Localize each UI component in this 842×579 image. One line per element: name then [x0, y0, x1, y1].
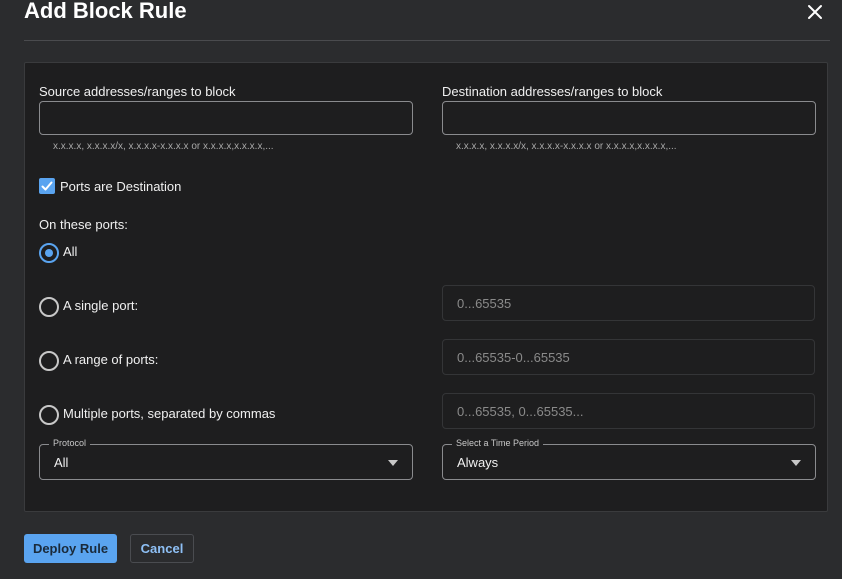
time-period-value: Always	[457, 455, 499, 470]
protocol-legend: Protocol	[49, 438, 91, 448]
radio-all-ports[interactable]	[39, 243, 59, 263]
source-label: Source addresses/ranges to block	[39, 84, 236, 99]
multiple-ports-input[interactable]	[442, 393, 815, 429]
destination-hint: x.x.x.x, x.x.x.x/x, x.x.x.x-x.x.x.x or x…	[456, 141, 677, 152]
close-button[interactable]	[804, 1, 826, 23]
radio-all-ports-label: All	[63, 244, 78, 259]
ports-heading: On these ports:	[39, 217, 128, 232]
radio-port-range-label: A range of ports:	[63, 352, 159, 367]
time-period-legend: Select a Time Period	[452, 438, 544, 448]
ports-destination-label: Ports are Destination	[60, 179, 182, 194]
radio-single-port-label: A single port:	[63, 298, 139, 313]
port-range-input[interactable]	[442, 339, 815, 375]
ports-destination-checkbox[interactable]	[39, 178, 55, 194]
source-hint: x.x.x.x, x.x.x.x/x, x.x.x.x-x.x.x.x or x…	[53, 141, 274, 152]
chevron-down-icon	[388, 460, 398, 466]
source-addresses-input[interactable]	[39, 101, 413, 135]
single-port-input[interactable]	[442, 285, 815, 321]
radio-multiple-ports-label: Multiple ports, separated by commas	[63, 406, 276, 421]
rule-form-panel: Source addresses/ranges to block x.x.x.x…	[24, 62, 828, 512]
dialog-title: Add Block Rule	[24, 0, 187, 23]
protocol-value: All	[54, 455, 69, 470]
radio-port-range[interactable]	[39, 351, 59, 371]
cancel-button[interactable]: Cancel	[130, 534, 194, 563]
time-period-select[interactable]: Select a Time Period Always	[442, 438, 816, 480]
destination-label: Destination addresses/ranges to block	[442, 84, 663, 99]
checkmark-icon	[41, 181, 53, 191]
protocol-select[interactable]: Protocol All	[39, 438, 413, 480]
radio-multiple-ports[interactable]	[39, 405, 59, 425]
close-icon[interactable]	[804, 1, 826, 23]
destination-addresses-input[interactable]	[442, 101, 816, 135]
radio-single-port[interactable]	[39, 297, 59, 317]
header-divider	[24, 40, 830, 41]
deploy-rule-button[interactable]: Deploy Rule	[24, 534, 117, 563]
chevron-down-icon	[791, 460, 801, 466]
